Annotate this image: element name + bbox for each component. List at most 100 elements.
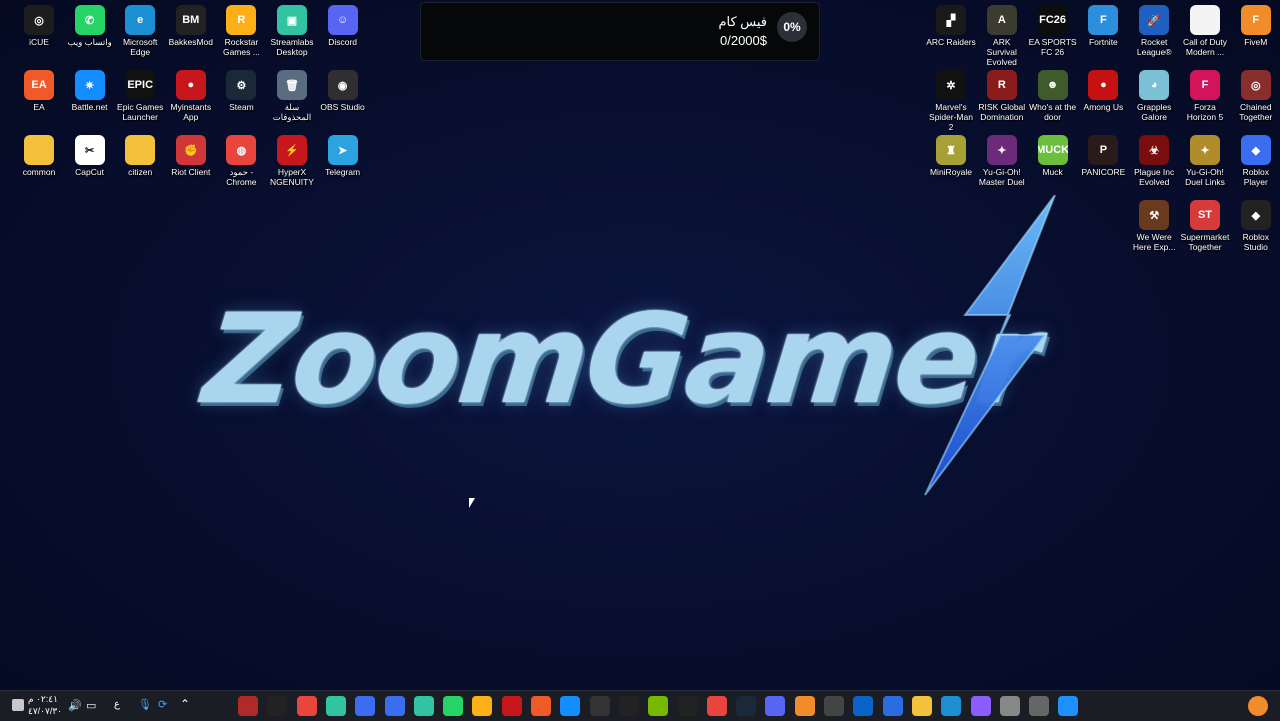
desktop-shortcut[interactable]: ◉ OBS Studio [318,65,368,112]
outlook-icon[interactable] [853,696,874,716]
desktop-shortcut[interactable]: ⚡ HyperX NGENUITY [267,130,317,187]
file-explorer-icon[interactable] [911,696,932,716]
streamlabs-icon[interactable] [413,696,434,716]
desktop-shortcut[interactable]: ◕ Grapples Galore [1129,65,1179,122]
battlenet-icon[interactable] [560,696,581,716]
desktop-shortcut[interactable]: ✦ Yu-Gi-Oh! Master Duel [977,130,1027,187]
desktop-shortcut[interactable]: ◆ Roblox Studio [1231,195,1280,252]
desktop-shortcut[interactable]: ◆ Roblox Player [1231,130,1280,187]
fivem-icon[interactable] [794,696,815,716]
myinstants-icon: ● [175,70,206,100]
desktop-shortcut[interactable]: ⚒ We Were Here Exp... [1129,195,1179,252]
task-view-icon[interactable] [999,696,1020,716]
desktop-shortcut[interactable]: ◍ حمود - Chrome [216,130,266,187]
nvidia-icon[interactable] [648,696,669,716]
clock-time[interactable]: ٠٢:٤١ م [28,694,58,705]
desktop-shortcut[interactable]: ◎ Chained Together [1231,65,1280,122]
desktop-shortcut[interactable]: ✊ Riot Client [166,130,216,177]
epic-games-icon[interactable] [267,696,288,716]
edge-icon: e [125,5,156,35]
folder-icon [125,135,156,165]
streamlabs-icon[interactable] [325,696,346,716]
steam-icon[interactable] [736,696,757,716]
desktop-shortcut[interactable]: Call of Duty Modern ... [1180,0,1230,57]
desktop-shortcut[interactable]: R RISK Global Domination [977,65,1027,122]
hyperx-icon: ⚡ [277,135,307,165]
rockstar-icon[interactable] [472,696,493,716]
chrome-icon[interactable] [296,696,317,716]
shortcut-label: We Were Here Exp... [1132,232,1176,252]
fivem-icon: F [1240,5,1271,35]
desktop-shortcut[interactable]: ◎ iCUE [14,0,64,47]
epic-icon[interactable] [677,696,698,716]
microphone-icon[interactable]: 🎙 [138,698,152,711]
desktop-shortcut[interactable]: FC26 EA SPORTS FC 26 [1028,0,1078,57]
recycle-bin-icon: 🗑 [277,70,307,100]
ea-icon[interactable] [531,696,551,716]
roblox-studio-icon: ◆ [1240,200,1271,230]
desktop-shortcut[interactable]: ✂ CapCut [65,130,115,177]
desktop-shortcut[interactable]: EPIC Epic Games Launcher [115,65,165,122]
desktop-shortcut[interactable]: citizen [115,130,165,177]
news-icon[interactable] [238,696,258,716]
desktop-shortcut[interactable]: ✆ واتساب ويب [65,0,115,47]
start-icon[interactable] [1058,696,1079,716]
edge-icon[interactable] [941,696,962,716]
whatsapp-icon[interactable] [443,696,464,716]
desktop-shortcut[interactable]: EA EA [14,65,64,112]
desktop-shortcut[interactable]: MUCK Muck [1028,130,1078,177]
volume-icon[interactable]: 🔊 [68,699,82,712]
desktop-shortcut[interactable]: ✲ Marvel's Spider-Man 2 [926,65,976,132]
shortcut-label: OBS Studio [320,102,365,112]
store-icon[interactable] [882,696,903,716]
desktop-shortcut[interactable]: common [14,130,64,177]
chrome-icon[interactable] [706,696,727,716]
desktop-shortcut[interactable]: BM BakkesMod [166,0,216,47]
language-indicator[interactable]: ع [114,699,120,710]
shortcut-label: حمود - Chrome [226,167,257,187]
desktop-shortcut[interactable]: A ARK Survival Evolved [977,0,1027,67]
obs-icon[interactable] [824,696,844,716]
desktop-shortcut[interactable]: e Microsoft Edge [115,0,165,57]
desktop-shortcut[interactable]: ➤ Telegram [318,130,368,177]
desktop-shortcut[interactable]: ✷ Battle.net [65,65,115,112]
search-icon[interactable] [1029,696,1050,716]
desktop-shortcut[interactable]: F Fortnite [1078,0,1128,47]
desktop-shortcut[interactable]: ⚙ Steam [216,65,266,112]
desktop-shortcut[interactable]: ☻ Who's at the door [1028,65,1078,122]
myinstants-icon[interactable] [501,696,522,716]
goal-title: فيس كام [718,14,767,29]
desktop-shortcut[interactable]: ♜ MiniRoyale [926,130,976,177]
desktop-shortcut[interactable]: ● Among Us [1078,65,1128,112]
desktop-shortcut[interactable]: ✦ Yu-Gi-Oh! Duel Links [1180,130,1230,187]
desktop-shortcut[interactable]: F FiveM [1231,0,1280,47]
shortcut-label: common [22,167,56,177]
chevron-up-icon[interactable]: ⌃ [180,697,190,711]
copilot-icon[interactable] [970,696,991,716]
network-icon[interactable]: ▭ [86,699,96,712]
desktop-shortcut[interactable]: ● Myinstants App [166,65,216,122]
shortcut-label: Fortnite [1088,37,1118,47]
goal-percent-badge: 0% [777,12,807,42]
chrome-icon: ◍ [226,135,257,165]
discord-icon[interactable] [765,696,786,716]
roblox-studio-icon[interactable] [384,696,405,716]
desktop-shortcut[interactable]: ▣ Streamlabs Desktop [267,0,317,57]
capcut-icon: ✂ [74,135,105,165]
desktop-shortcut[interactable]: 🗑 سلة المحذوفات [267,65,317,122]
desktop-shortcut[interactable]: ST Supermarket Together [1180,195,1230,252]
desktop-shortcut[interactable]: F Forza Horizon 5 [1180,65,1230,122]
roblox-icon[interactable] [355,696,376,716]
clock-date[interactable]: ٤٧/٠٧/٣٠ [28,706,62,717]
desktop-shortcut[interactable]: R Rockstar Games ... [216,0,266,57]
weather-icon[interactable] [1248,696,1268,716]
desktop-shortcut[interactable]: ☺ Discord [318,0,368,47]
desktop-shortcut[interactable]: ▞ ARC Raiders [926,0,976,47]
sync-icon[interactable]: ⟳ [158,698,167,711]
desktop-shortcut[interactable]: P PANICORE [1078,130,1128,177]
gear-icon[interactable] [12,699,24,711]
capcut-icon[interactable] [589,696,610,716]
desktop-shortcut[interactable]: ☣ Plague Inc Evolved [1129,130,1179,187]
desktop-shortcut[interactable]: 🚀 Rocket League® [1129,0,1179,57]
bakkesmod-icon[interactable] [618,696,639,716]
